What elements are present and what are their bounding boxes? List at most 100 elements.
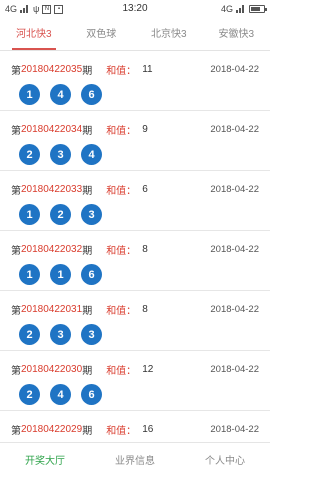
image-notification-icon: ▪	[54, 4, 64, 14]
issue-number: 20180422033	[21, 183, 83, 195]
number-ball: 3	[50, 144, 71, 165]
issue-prefix: 第	[11, 65, 21, 77]
list-item[interactable]: 第 20180422030 期 和值： 12 2018-04-22 2 4 6	[0, 351, 270, 411]
nav-item-2[interactable]: 个人中心	[180, 443, 270, 480]
number-ball: 1	[19, 204, 40, 225]
sum-value: 8	[142, 303, 148, 315]
ball-row: 233	[11, 324, 259, 345]
signal-icon	[20, 5, 30, 13]
tab-0[interactable]: 河北快3	[0, 18, 68, 50]
ball-row: 234	[11, 144, 259, 165]
number-ball: 2	[19, 324, 40, 345]
issue-number: 20180422032	[21, 243, 83, 255]
bottom-navigation: 开奖大厅 业界信息 个人中心	[0, 442, 270, 480]
number-ball: 2	[19, 144, 40, 165]
issue-prefix: 第	[11, 125, 21, 137]
number-ball: 4	[50, 84, 71, 105]
tab-1[interactable]: 双色球	[68, 18, 136, 50]
issue-suffix: 期	[82, 425, 93, 437]
draw-date: 2018-04-22	[210, 63, 259, 75]
issue-suffix: 期	[82, 65, 93, 77]
issue-prefix: 第	[11, 185, 21, 197]
draw-header: 第 20180422032 期 和值： 8 2018-04-22	[11, 231, 259, 267]
issue-suffix: 期	[82, 185, 93, 197]
number-ball: 3	[81, 324, 102, 345]
draw-date: 2018-04-22	[210, 423, 259, 435]
issue-suffix: 期	[82, 365, 93, 377]
issue-suffix: 期	[82, 125, 93, 137]
list-item[interactable]: 第 20180422033 期 和值： 6 2018-04-22 1 2 3	[0, 171, 270, 231]
draw-header: 第 20180422029 期 和值： 16 2018-04-22	[11, 411, 259, 441]
issue-suffix: 期	[82, 245, 93, 257]
number-ball: 2	[50, 204, 71, 225]
issue-number: 20180422031	[21, 303, 83, 315]
battery-icon	[249, 5, 267, 13]
usb-icon: ψ	[33, 4, 40, 14]
list-item[interactable]: 第 20180422035 期 和值： 11 2018-04-22 1 4 6	[0, 51, 270, 111]
issue-prefix: 第	[11, 245, 21, 257]
sum-label: 和值：	[106, 65, 137, 77]
list-item[interactable]: 第 20180422032 期和值： 8 2018-04-22 1 1 6	[0, 231, 270, 291]
ball-row: 123	[11, 204, 259, 225]
sum-label: 和值：	[106, 305, 137, 317]
number-ball: 4	[81, 144, 102, 165]
sum-label: 和值：	[106, 425, 137, 437]
nav-item-0[interactable]: 开奖大厅	[0, 443, 90, 480]
draw-results-list[interactable]: 第 20180422035 期和值： 11 2018-04-22 1 4 6 第 20180422…	[0, 51, 270, 441]
signal-icon-right	[236, 5, 246, 13]
status-bar: 4G ψ N ▪ 4G	[0, 0, 270, 18]
sum-value: 11	[142, 63, 153, 75]
sum-label: 和值：	[106, 185, 137, 197]
number-ball: 3	[50, 324, 71, 345]
number-ball: 6	[81, 264, 102, 285]
draw-header: 第 20180422031 期 和值： 8 2018-04-22	[11, 291, 259, 327]
number-ball: 3	[81, 204, 102, 225]
list-item[interactable]: 第 20180422034 期 和值： 9 2018-04-22 2 3 4	[0, 111, 270, 171]
number-ball: 1	[50, 264, 71, 285]
tab-2[interactable]: 北京快3	[135, 18, 203, 50]
sum-label: 和值：	[106, 125, 137, 137]
draw-date: 2018-04-22	[210, 123, 259, 135]
draw-header: 第 20180422033 期 和值： 6 2018-04-22	[11, 171, 259, 207]
number-ball: 4	[50, 384, 71, 405]
list-item[interactable]: 第 20180422031 期和值： 8 2018-04-22 2 3 3	[0, 291, 270, 351]
draw-header: 第 20180422034 期 和值： 9 2018-04-22	[11, 111, 259, 147]
ball-row: 116	[11, 264, 259, 285]
issue-number: 20180422034	[21, 123, 83, 135]
issue-number: 20180422030	[21, 363, 83, 375]
network-type-right: 4G	[220, 4, 233, 14]
draw-date: 2018-04-22	[210, 243, 259, 255]
issue-number: 20180422029	[21, 423, 83, 435]
network-type-left: 4G	[5, 4, 18, 14]
sum-value: 6	[142, 183, 148, 195]
number-ball: 6	[81, 84, 102, 105]
sum-value: 8	[142, 243, 148, 255]
sum-value: 12	[142, 363, 154, 375]
tab-3[interactable]: 安徽快3	[203, 18, 271, 50]
nfc-icon: N	[42, 4, 52, 14]
draw-date: 2018-04-22	[210, 303, 259, 315]
issue-prefix: 第	[11, 365, 21, 377]
list-item[interactable]: 第 20180422029 期 和值： 16 2018-04-22	[0, 411, 270, 441]
issue-prefix: 第	[11, 305, 21, 317]
draw-header: 第 20180422035 期 和值： 11 2018-04-22	[11, 51, 259, 87]
sum-label: 和值：	[106, 365, 137, 377]
draw-header: 第 20180422030 期 和值： 12 2018-04-22	[11, 351, 259, 387]
sum-value: 9	[142, 123, 148, 135]
issue-suffix: 期	[82, 305, 93, 317]
number-ball: 1	[19, 264, 40, 285]
draw-date: 2018-04-22	[210, 183, 259, 195]
issue-number: 20180422035	[21, 63, 83, 75]
issue-prefix: 第	[11, 425, 21, 437]
ball-row: 146	[11, 84, 259, 105]
number-ball: 1	[19, 84, 40, 105]
sum-value: 16	[142, 423, 154, 435]
sum-label: 和值：	[106, 245, 137, 257]
draw-date: 2018-04-22	[210, 363, 259, 375]
number-ball: 2	[19, 384, 40, 405]
ball-row: 246	[11, 384, 259, 405]
status-right: 4G	[220, 4, 267, 14]
number-ball: 6	[81, 384, 102, 405]
status-left: 4G ψ N ▪	[5, 4, 64, 14]
nav-item-1[interactable]: 业界信息	[90, 443, 180, 480]
